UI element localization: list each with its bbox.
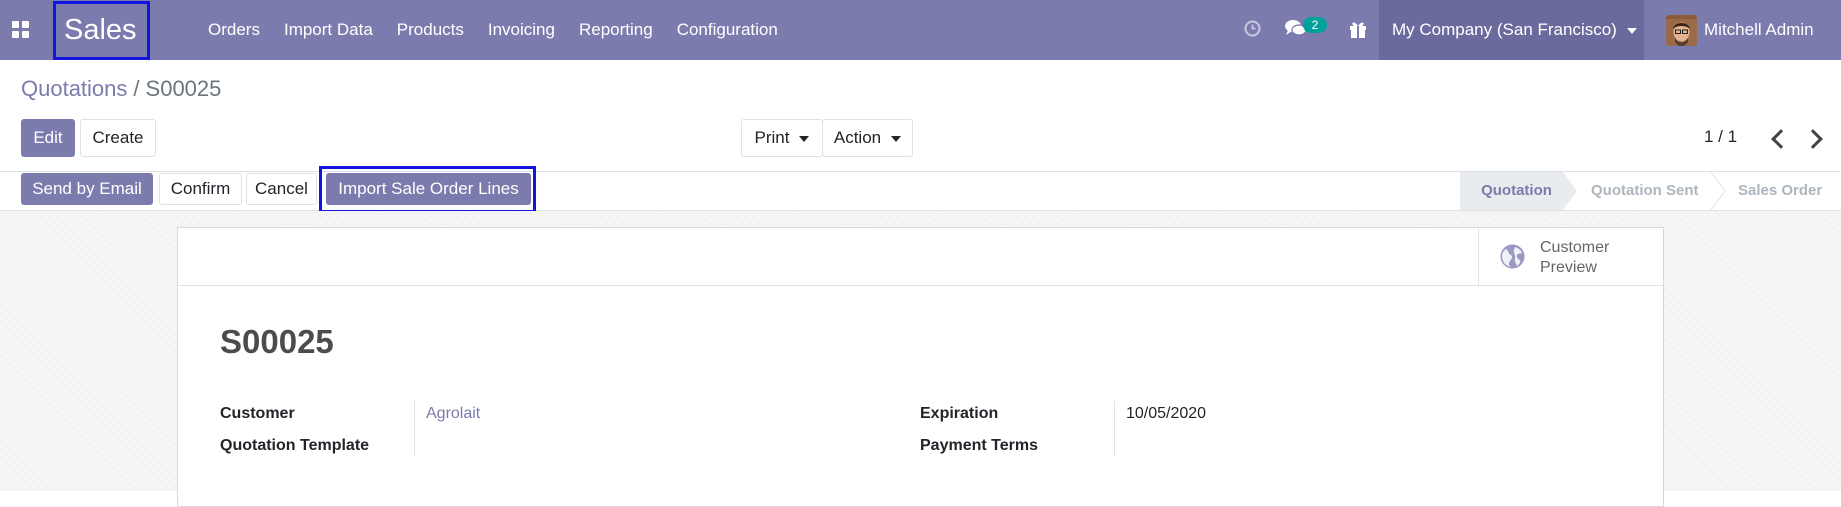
menu-item-import-data[interactable]: Import Data xyxy=(272,0,385,60)
menu-item-reporting[interactable]: Reporting xyxy=(567,0,665,60)
top-navbar: Sales Orders Import Data Products Invoic… xyxy=(0,0,1841,60)
customer-preview-button[interactable]: Customer Preview xyxy=(1478,228,1664,285)
chevron-right-icon[interactable] xyxy=(1803,129,1823,149)
caret-down-icon xyxy=(891,135,902,142)
breadcrumb: Quotations / S00025 xyxy=(21,76,221,102)
customer-value[interactable]: Agrolait xyxy=(426,405,480,423)
action-label: Action xyxy=(833,128,882,147)
confirm-button[interactable]: Confirm xyxy=(159,173,242,205)
action-dropdown[interactable]: Action xyxy=(822,119,913,157)
expiration-label: Expiration xyxy=(920,405,999,422)
breadcrumb-current: S00025 xyxy=(145,76,222,101)
chevron-left-icon[interactable] xyxy=(1771,129,1791,149)
import-sale-order-lines-button[interactable]: Import Sale Order Lines xyxy=(326,173,531,205)
order-name: S00025 xyxy=(220,323,334,360)
cancel-button[interactable]: Cancel xyxy=(246,173,317,205)
app-name[interactable]: Sales xyxy=(54,0,147,60)
pager-value[interactable]: 1 / 1 xyxy=(1704,127,1737,147)
main-menu: Orders Import Data Products Invoicing Re… xyxy=(196,0,790,60)
menu-item-products[interactable]: Products xyxy=(385,0,476,60)
print-label: Print xyxy=(754,128,790,147)
quotation-template-label: Quotation Template xyxy=(220,437,370,454)
company-switcher[interactable]: My Company (San Francisco) xyxy=(1379,0,1644,60)
menu-item-configuration[interactable]: Configuration xyxy=(665,0,790,60)
customer-label: Customer xyxy=(220,405,295,422)
field-separator xyxy=(414,401,415,456)
smart-button-box: Customer Preview xyxy=(178,228,1663,286)
stage-sales-order: Sales Order xyxy=(1738,182,1823,199)
menu-item-orders[interactable]: Orders xyxy=(196,0,272,60)
customer-preview-label: Customer Preview xyxy=(1540,239,1610,276)
payment-terms-label: Payment Terms xyxy=(920,437,1038,454)
edit-button[interactable]: Edit xyxy=(21,119,75,157)
stage-quotation: Quotation xyxy=(1460,172,1563,210)
user-name: Mitchell Admin xyxy=(1704,20,1814,39)
form-sheet: Customer Preview S00025 Customer Quotati… xyxy=(177,227,1664,507)
expiration-value: 10/05/2020 xyxy=(1126,405,1207,422)
caret-down-icon xyxy=(799,135,810,142)
menu-item-invoicing[interactable]: Invoicing xyxy=(476,0,567,60)
send-by-email-button[interactable]: Send by Email xyxy=(21,173,153,205)
breadcrumb-separator: / xyxy=(133,76,140,101)
apps-grid-icon[interactable] xyxy=(12,21,30,39)
field-separator xyxy=(1114,401,1115,456)
globe-icon xyxy=(1500,244,1525,269)
clock-icon[interactable] xyxy=(1244,20,1261,37)
print-dropdown[interactable]: Print xyxy=(741,119,823,157)
gift-icon[interactable] xyxy=(1348,19,1368,39)
caret-down-icon xyxy=(1626,27,1637,34)
avatar xyxy=(1666,15,1697,46)
breadcrumb-quotations-link[interactable]: Quotations xyxy=(21,76,127,101)
message-count-badge: 2 xyxy=(1303,17,1327,33)
create-button[interactable]: Create xyxy=(80,119,156,157)
company-name: My Company (San Francisco) xyxy=(1392,20,1617,39)
stage-quotation-sent: Quotation Sent xyxy=(1591,182,1699,199)
